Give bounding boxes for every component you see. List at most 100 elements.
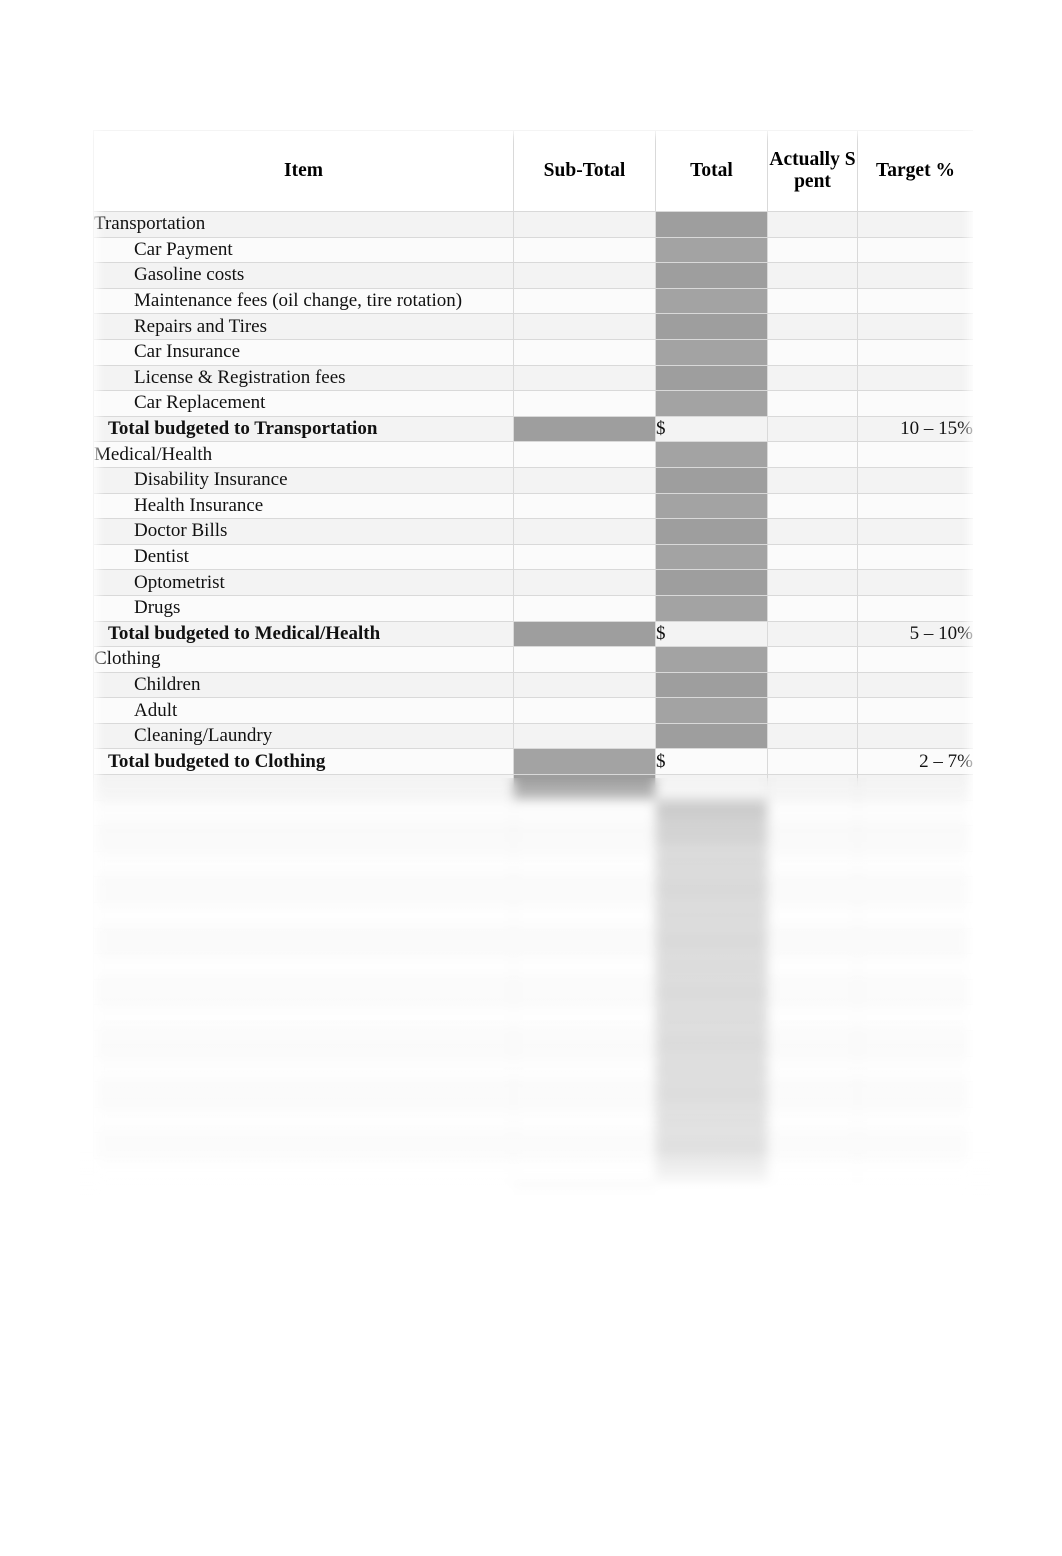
cell-sub-total[interactable]: [513, 671, 656, 699]
cell-target-percent: [857, 390, 973, 417]
cell-actually-spent[interactable]: [767, 1055, 858, 1083]
cell-target-percent: [857, 774, 973, 801]
row-label-detail: Disability Insurance: [93, 466, 514, 494]
cell-actually-spent[interactable]: [767, 313, 858, 340]
cell-actually-spent[interactable]: [767, 466, 858, 494]
cell-sub-total[interactable]: [513, 799, 656, 827]
cell-actually-spent[interactable]: [767, 236, 858, 264]
cell-sub-total[interactable]: [513, 1157, 656, 1185]
cell-actually-spent[interactable]: [767, 594, 858, 622]
cell-actually-spent[interactable]: [767, 211, 858, 238]
cell-actually-spent[interactable]: [767, 1030, 858, 1057]
cell-total[interactable]: $: [655, 748, 768, 776]
document-page: Item Sub-Total Total Actually Spent Targ…: [0, 0, 1062, 1556]
table-row: Cleaning/Laundry: [93, 722, 973, 750]
cell-actually-spent[interactable]: [767, 492, 858, 520]
cell-sub-total[interactable]: [513, 774, 656, 801]
cell-target-percent: [857, 313, 973, 340]
cell-actually-spent[interactable]: [767, 287, 858, 315]
cell-actually-spent[interactable]: [767, 774, 858, 801]
cell-sub-total[interactable]: [513, 978, 656, 1006]
cell-sub-total[interactable]: [513, 1183, 656, 1195]
cell-total[interactable]: $: [655, 415, 768, 443]
cell-sub-total[interactable]: [513, 876, 656, 904]
cell-target-percent: 10 – 15%: [857, 415, 973, 443]
cell-sub-total[interactable]: [513, 620, 656, 648]
column-header-actually-spent: Actually Spent: [767, 130, 858, 212]
cell-actually-spent[interactable]: [767, 748, 858, 776]
cell-actually-spent[interactable]: [767, 978, 858, 1006]
cell-sub-total[interactable]: [513, 1081, 656, 1108]
cell-actually-spent[interactable]: [767, 722, 858, 750]
cell-actually-spent[interactable]: [767, 1004, 858, 1031]
cell-sub-total[interactable]: [513, 722, 656, 750]
cell-actually-spent[interactable]: [767, 620, 858, 648]
cell-sub-total[interactable]: [513, 927, 656, 955]
cell-total[interactable]: [655, 774, 768, 801]
cell-actually-spent[interactable]: [767, 825, 858, 852]
cell-actually-spent[interactable]: [767, 415, 858, 443]
cell-sub-total[interactable]: [513, 1106, 656, 1134]
cell-sub-total[interactable]: [513, 953, 656, 980]
cell-actually-spent[interactable]: [767, 1183, 858, 1195]
cell-total: [655, 569, 768, 596]
cell-sub-total[interactable]: [513, 338, 656, 366]
cell-sub-total[interactable]: [513, 850, 656, 878]
cell-sub-total[interactable]: [513, 236, 656, 264]
cell-target-percent: [857, 1004, 973, 1031]
cell-actually-spent[interactable]: [767, 441, 858, 468]
cell-actually-spent[interactable]: [767, 953, 858, 980]
cell-sub-total[interactable]: [513, 543, 656, 571]
cell-actually-spent[interactable]: [767, 646, 858, 673]
cell-actually-spent[interactable]: [767, 543, 858, 571]
cell-sub-total[interactable]: [513, 364, 656, 392]
cell-sub-total[interactable]: [513, 492, 656, 520]
cell-actually-spent[interactable]: [767, 569, 858, 596]
cell-sub-total[interactable]: [513, 390, 656, 417]
cell-sub-total[interactable]: [513, 1055, 656, 1083]
cell-actually-spent[interactable]: [767, 1132, 858, 1159]
table-row: [93, 825, 973, 852]
table-row: Repairs and Tires: [93, 313, 973, 340]
cell-actually-spent[interactable]: [767, 1157, 858, 1185]
cell-sub-total[interactable]: [513, 466, 656, 494]
cell-sub-total[interactable]: [513, 1132, 656, 1159]
cell-target-percent: [857, 287, 973, 315]
cell-actually-spent[interactable]: [767, 927, 858, 955]
cell-sub-total[interactable]: [513, 441, 656, 468]
cell-sub-total[interactable]: [513, 1004, 656, 1031]
cell-actually-spent[interactable]: [767, 1106, 858, 1134]
cell-actually-spent[interactable]: [767, 876, 858, 904]
cell-total[interactable]: [655, 1183, 768, 1195]
cell-sub-total[interactable]: [513, 825, 656, 852]
cell-sub-total[interactable]: [513, 748, 656, 776]
cell-actually-spent[interactable]: [767, 338, 858, 366]
table-row: Medical/Health: [93, 441, 973, 468]
cell-actually-spent[interactable]: [767, 671, 858, 699]
cell-actually-spent[interactable]: [767, 850, 858, 878]
cell-sub-total[interactable]: [513, 569, 656, 596]
cell-sub-total[interactable]: [513, 594, 656, 622]
cell-sub-total[interactable]: [513, 518, 656, 545]
cell-sub-total[interactable]: [513, 697, 656, 724]
cell-actually-spent[interactable]: [767, 799, 858, 827]
cell-sub-total[interactable]: [513, 313, 656, 340]
cell-sub-total[interactable]: [513, 1030, 656, 1057]
cell-total[interactable]: $: [655, 620, 768, 648]
cell-sub-total[interactable]: [513, 646, 656, 673]
cell-actually-spent[interactable]: [767, 364, 858, 392]
cell-sub-total[interactable]: [513, 262, 656, 289]
cell-actually-spent[interactable]: [767, 518, 858, 545]
cell-actually-spent[interactable]: [767, 262, 858, 289]
cell-actually-spent[interactable]: [767, 697, 858, 724]
cell-target-percent: [857, 799, 973, 827]
cell-actually-spent[interactable]: [767, 1081, 858, 1108]
cell-sub-total[interactable]: [513, 211, 656, 238]
table-row: [93, 799, 973, 827]
cell-actually-spent[interactable]: [767, 390, 858, 417]
cell-actually-spent[interactable]: [767, 902, 858, 929]
cell-sub-total[interactable]: [513, 902, 656, 929]
cell-sub-total[interactable]: [513, 287, 656, 315]
cell-sub-total[interactable]: [513, 415, 656, 443]
row-label-detail: Maintenance fees (oil change, tire rotat…: [93, 287, 514, 315]
